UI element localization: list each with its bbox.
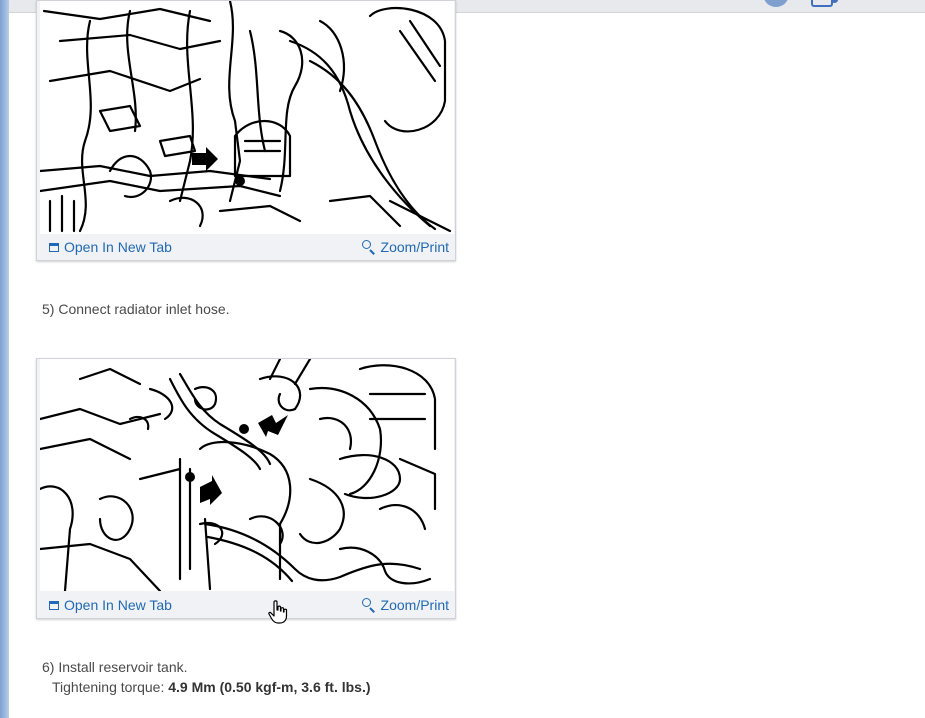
diagram-1-image (40, 1, 454, 234)
torque-spec: Tightening torque: 4.9 Mm (0.50 kgf-m, 3… (52, 679, 371, 695)
extension-icon[interactable] (811, 0, 838, 7)
open-in-new-tab-icon (49, 242, 59, 252)
open-in-new-tab-icon (49, 600, 59, 610)
figure-2-actions: Open In New Tab Zoom/Print (37, 592, 455, 618)
zoom-magnifier-icon (361, 598, 376, 613)
hand-pointer-cursor (268, 600, 288, 624)
open-in-new-tab-label: Open In New Tab (64, 597, 172, 613)
figure-1: Open In New Tab Zoom/Print (36, 0, 456, 261)
profile-avatar[interactable] (763, 0, 789, 7)
torque-value: 4.9 Mm (0.50 kgf-m, 3.6 ft. lbs.) (168, 679, 371, 695)
step-5-text: 5) Connect radiator inlet hose. (42, 301, 230, 317)
step-6-text: 6) Install reservoir tank. (42, 659, 188, 675)
window-left-edge (0, 0, 9, 718)
zoom-print-link[interactable]: Zoom/Print (361, 597, 449, 613)
figure-2: Open In New Tab Zoom/Print (36, 358, 456, 619)
zoom-magnifier-icon (361, 240, 376, 255)
zoom-print-label: Zoom/Print (380, 239, 449, 255)
zoom-print-label: Zoom/Print (380, 597, 449, 613)
open-in-new-tab-label: Open In New Tab (64, 239, 172, 255)
open-in-new-tab-link[interactable]: Open In New Tab (49, 597, 172, 613)
torque-label: Tightening torque: (52, 679, 165, 695)
diagram-2-image (40, 359, 454, 591)
zoom-print-link[interactable]: Zoom/Print (361, 239, 449, 255)
figure-1-actions: Open In New Tab Zoom/Print (37, 234, 455, 260)
open-in-new-tab-link[interactable]: Open In New Tab (49, 239, 172, 255)
